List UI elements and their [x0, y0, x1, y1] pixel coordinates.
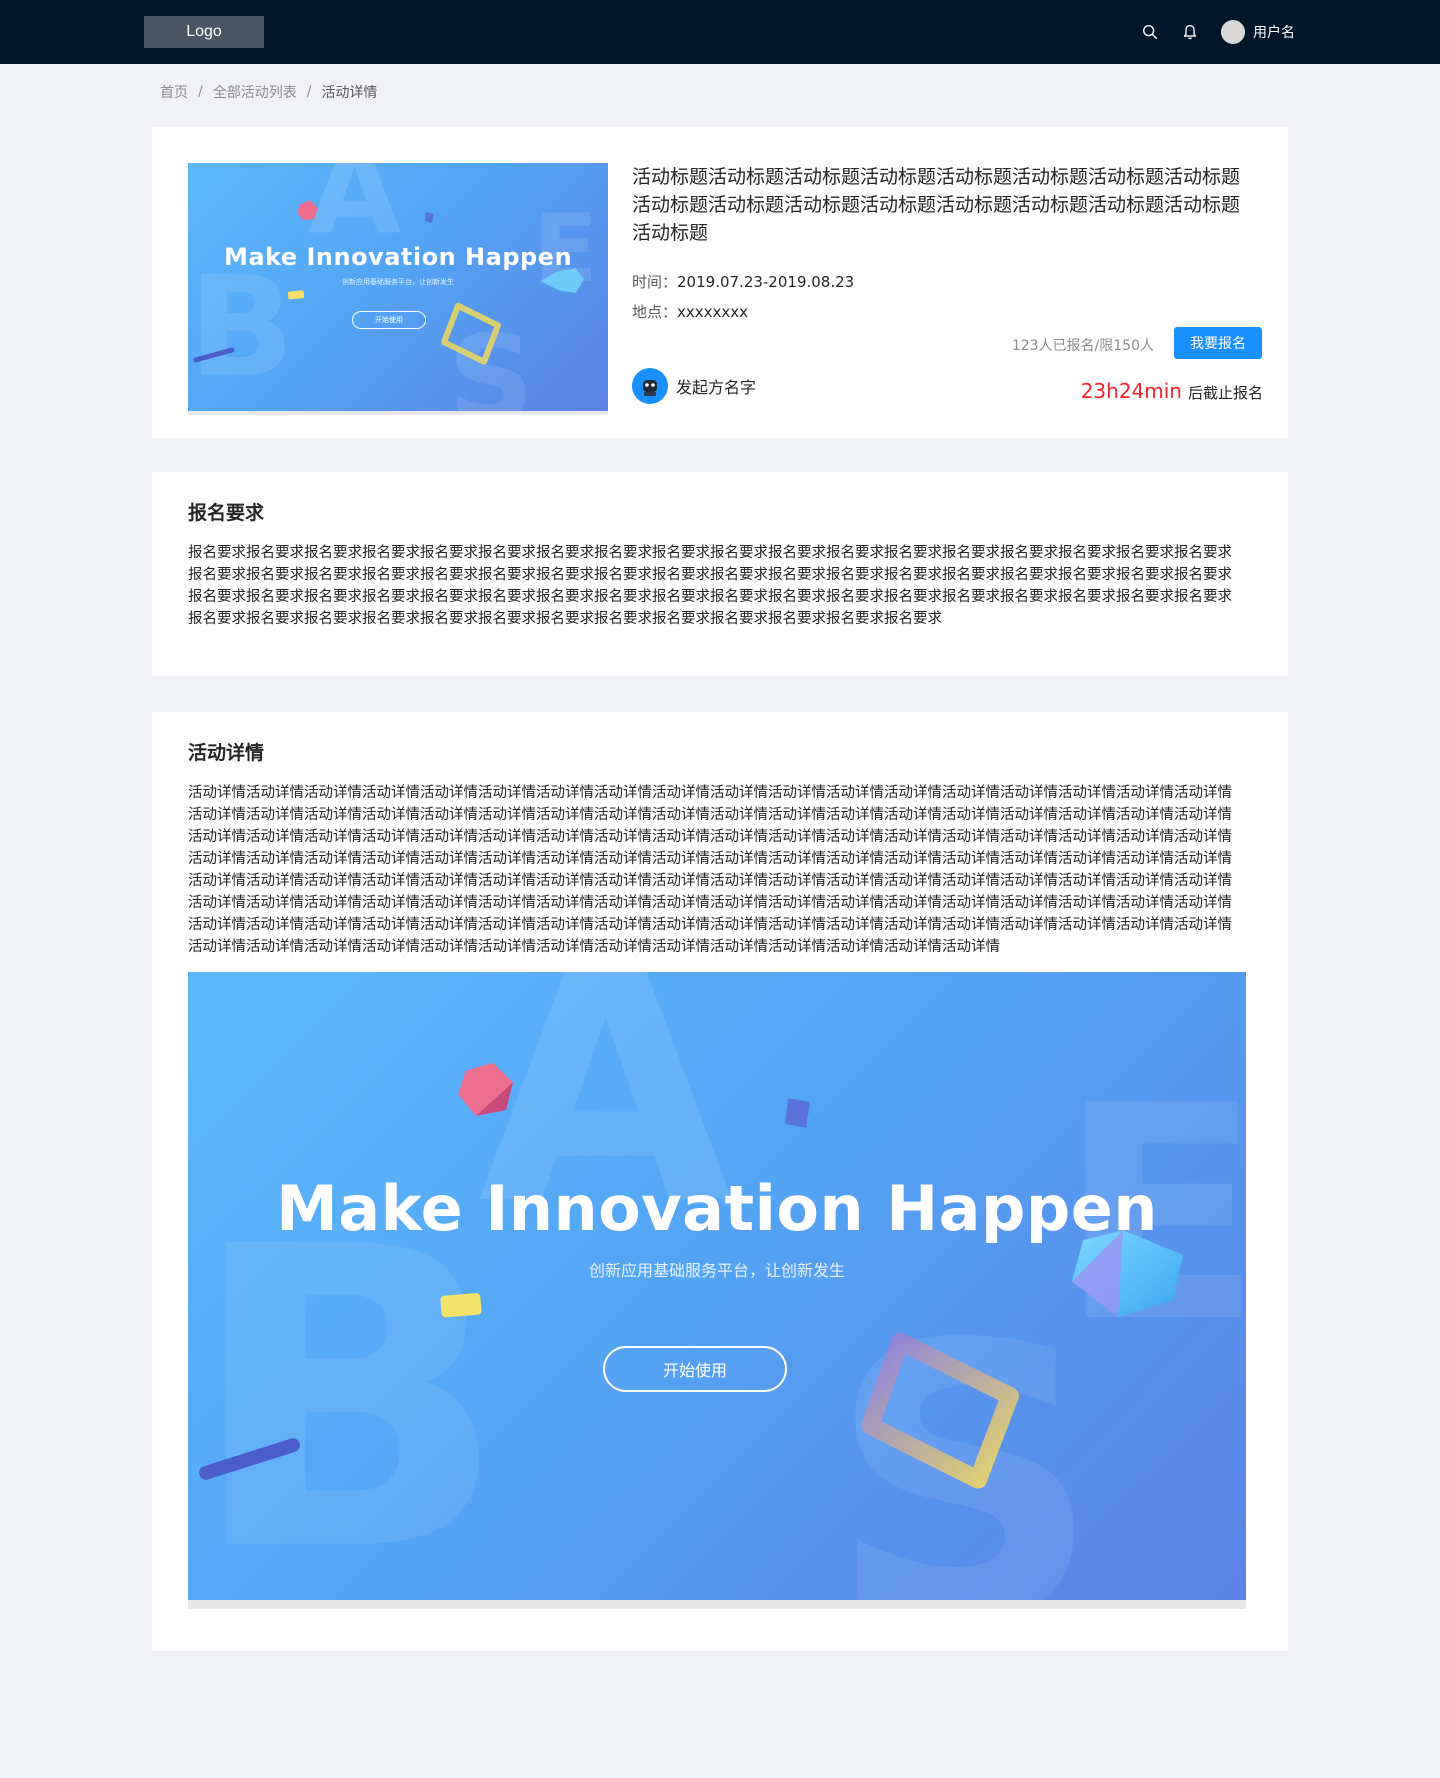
deadline-suffix: 后截止报名 — [1187, 384, 1263, 402]
user-menu[interactable]: 用户名 — [1221, 20, 1295, 44]
image-bottom-strip — [188, 1600, 1246, 1609]
logo[interactable]: Logo — [144, 16, 264, 48]
banner-subtitle: 创新应用基础服务平台，让创新发生 — [588, 1261, 845, 1280]
signup-deadline: 23h24min 后截止报名 — [1081, 379, 1263, 403]
organizer[interactable]: 发起方名字 — [632, 368, 756, 404]
requirements-card: 报名要求 报名要求报名要求报名要求报名要求报名要求报名要求报名要求报名要求报名要… — [152, 472, 1288, 676]
details-heading: 活动详情 — [188, 742, 265, 764]
details-card: 活动详情 活动详情活动详情活动详情活动详情活动详情活动详情活动详情活动详情活动详… — [152, 712, 1288, 1651]
bell-icon[interactable] — [1180, 22, 1200, 42]
banner-title: Make Innovation Happen — [276, 1172, 1158, 1245]
place-label: 地点： — [632, 303, 678, 321]
image-bottom-strip — [188, 411, 608, 415]
event-cover-image: A B E S Make Innovation Happen 创新应用基础服务平… — [188, 163, 608, 415]
organizer-avatar — [632, 368, 668, 404]
avatar — [1221, 20, 1245, 44]
breadcrumb-activity-list[interactable]: 全部活动列表 — [213, 82, 297, 102]
banner-start-button[interactable]: 开始使用 — [352, 311, 426, 329]
banner-title: Make Innovation Happen — [223, 243, 573, 271]
search-icon[interactable] — [1140, 22, 1160, 42]
breadcrumb-separator: / — [198, 84, 203, 100]
time-value: 2019.07.23-2019.08.23 — [677, 273, 855, 291]
signup-button[interactable]: 我要报名 — [1174, 327, 1262, 359]
place-value: xxxxxxxx — [677, 303, 749, 321]
top-navbar: Logo 用户名 — [0, 0, 1440, 64]
event-place: 地点：xxxxxxxx — [632, 301, 748, 322]
time-label: 时间： — [632, 273, 678, 291]
requirements-heading: 报名要求 — [188, 502, 265, 524]
banner-start-button[interactable]: 开始使用 — [603, 1346, 787, 1392]
breadcrumb-separator: / — [306, 84, 312, 100]
breadcrumb-current: 活动详情 — [321, 85, 378, 101]
banner-decoration: A B E S — [188, 163, 598, 411]
deadline-countdown: 23h24min — [1080, 379, 1182, 403]
event-time: 时间：2019.07.23-2019.08.23 — [632, 271, 854, 292]
breadcrumb: 首页 / 全部活动列表 / 活动详情 — [160, 82, 377, 102]
event-summary-card: A B E S Make Innovation Happen 创新应用基础服务平… — [152, 127, 1288, 438]
event-title: 活动标题活动标题活动标题活动标题活动标题活动标题活动标题活动标题活动标题活动标题… — [632, 166, 1241, 244]
banner-decoration: A B E S — [188, 972, 1246, 1600]
user-name: 用户名 — [1253, 25, 1295, 41]
organizer-name: 发起方名字 — [676, 378, 757, 397]
details-image: A B E S Make Innovation Happen 创新应用基础服务平… — [188, 972, 1246, 1609]
requirements-text: 报名要求报名要求报名要求报名要求报名要求报名要求报名要求报名要求报名要求报名要求… — [188, 545, 1232, 627]
details-text: 活动详情活动详情活动详情活动详情活动详情活动详情活动详情活动详情活动详情活动详情… — [188, 785, 1232, 955]
breadcrumb-home[interactable]: 首页 — [160, 82, 188, 102]
signup-count: 123人已报名/限150人 — [1011, 338, 1154, 354]
robot-icon — [643, 380, 657, 396]
banner-subtitle: 创新应用基础服务平台，让创新发生 — [342, 278, 454, 286]
